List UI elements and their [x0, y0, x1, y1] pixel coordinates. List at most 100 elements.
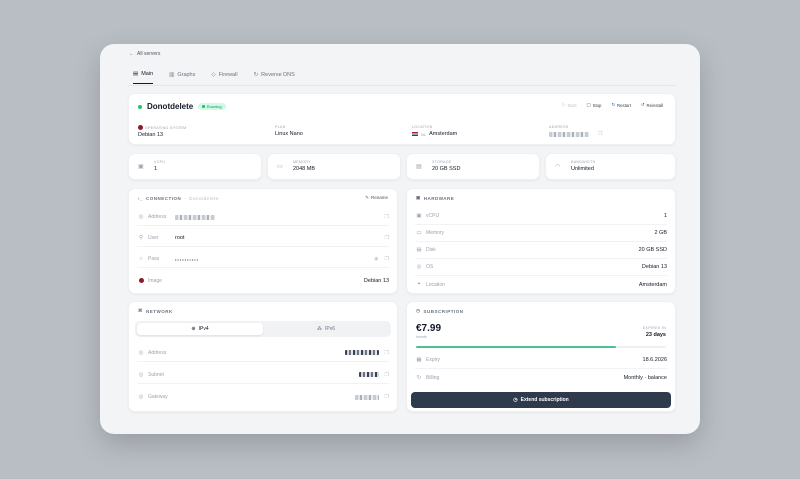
os-value: Debian 13: [138, 132, 164, 138]
address-label: ADDRESS: [549, 125, 569, 129]
connection-title: CONNECTION: [146, 195, 182, 201]
network-subnet-label: Subnet: [148, 371, 164, 378]
arrow-left-icon: ←: [129, 51, 134, 57]
subscription-header: ◷ SUBSCRIPTION: [416, 308, 463, 314]
rename-button[interactable]: ✎ Rename: [365, 195, 388, 201]
connection-row-address: ◎ Address ❐: [137, 209, 389, 226]
ipv6-toggle[interactable]: ⁂ IPv6: [263, 323, 389, 335]
nl-code-icon: NL: [421, 131, 427, 137]
user-value: root: [175, 235, 185, 241]
stat-vcpu-value: 1: [154, 166, 158, 172]
restart-button[interactable]: ↻ Restart: [611, 102, 630, 108]
hardware-row-vcpu: ▣ vCPU 1: [415, 208, 667, 225]
tab-firewall[interactable]: ◇ Firewall: [211, 71, 237, 84]
back-link[interactable]: ← All servers: [129, 51, 160, 57]
memory-icon: ▭: [277, 164, 283, 170]
stat-bandwidth-label: BANDWIDTH: [571, 160, 596, 164]
image-label: Image: [148, 277, 162, 284]
hardware-row-disk: ▤ Disk 20 GB SSD: [415, 242, 667, 259]
wifi-icon: ◠: [555, 164, 561, 170]
start-button[interactable]: ▷ Start: [562, 102, 576, 108]
price-value: €7.99: [416, 323, 442, 334]
chip-icon: ▣: [416, 195, 421, 200]
copy-subnet-icon[interactable]: ❐: [385, 372, 389, 378]
hardware-disk-label: Disk: [426, 247, 436, 253]
expires-label: EXPIRES IN: [642, 326, 666, 330]
network-icon: ⌘: [138, 308, 143, 313]
billing-value: Monthly · balance: [623, 374, 667, 381]
location-label: LOCATION: [412, 125, 433, 129]
stat-card-memory: ▭ MEMORY 2048 MB: [267, 153, 401, 180]
shield-icon: ◇: [211, 71, 216, 78]
tab-graphs[interactable]: ▥ Graphs: [169, 71, 195, 84]
expiry-label: Expiry: [426, 357, 440, 363]
network-card: ⌘ NETWORK ⊕ IPv4 ⁂ IPv6 ◎ Address ❐ ◎ Subnet…: [128, 301, 398, 412]
back-link-label: All servers: [137, 51, 161, 57]
status-badge-dot: [202, 105, 205, 108]
hardware-card: ▣ HARDWARE ▣ vCPU 1 ▭ Memory 2 GB ▤ Disk 20…: [406, 188, 676, 294]
connection-card: ›_ CONNECTION · Donotdelete ✎ Rename ◎ Ad…: [128, 188, 398, 294]
eye-icon[interactable]: ◉: [374, 256, 378, 262]
expiry-value: 18.6.2026: [642, 357, 667, 363]
copy-pass-icon[interactable]: ❐: [385, 256, 389, 262]
refresh-icon: ↻: [253, 71, 259, 78]
hardware-location-label: Location: [426, 281, 445, 288]
connection-subtitle: Donotdelete: [189, 195, 220, 201]
network-header: ⌘ NETWORK: [138, 308, 173, 314]
plan-info: PLAN Linux Nano: [275, 125, 412, 138]
copy-icon[interactable]: ❐: [598, 131, 602, 137]
key-icon: ○: [139, 256, 143, 262]
subscription-title: SUBSCRIPTION: [423, 308, 464, 314]
subscription-card: ◷ SUBSCRIPTION €7.99 /month EXPIRES IN 2…: [406, 301, 676, 412]
hardware-os-value: Debian 13: [641, 264, 667, 270]
copy-user-icon[interactable]: ❐: [385, 235, 389, 241]
expires-block: EXPIRES IN 23 days: [643, 326, 666, 338]
extend-subscription-button[interactable]: ◷ Extend subscription: [411, 392, 671, 408]
reinstall-button[interactable]: ↺ Reinstall: [641, 102, 663, 108]
terminal-icon: ›_: [138, 195, 144, 201]
server-header-card: Donotdelete Running ▷ Start ▢ Stop ↻ Restar…: [128, 93, 676, 145]
reinstall-button-label: Reinstall: [646, 102, 663, 108]
tab-reverse-dns[interactable]: ↻ Reverse DNS: [254, 71, 295, 84]
clock-icon: ◷: [416, 308, 421, 313]
stop-button[interactable]: ▢ Stop: [587, 102, 602, 108]
network-row-gateway: ◎ Gateway ❐: [137, 388, 389, 406]
tab-main-label: Main: [141, 71, 154, 77]
stat-memory-label: MEMORY: [293, 160, 311, 164]
globe-icon: ⊕: [191, 326, 196, 332]
pass-label: Pass: [148, 256, 160, 262]
stat-card-vcpu: ▣ VCPU 1: [128, 153, 262, 180]
copy-network-address-icon[interactable]: ❐: [385, 350, 389, 356]
status-dot: [138, 104, 142, 109]
copy-gateway-icon[interactable]: ❐: [385, 394, 389, 400]
stop-button-label: Stop: [592, 102, 602, 108]
hardware-os-label: OS: [426, 264, 434, 270]
network-row-address: ◎ Address ❐: [137, 344, 389, 362]
hardware-row-memory: ▭ Memory 2 GB: [415, 225, 667, 242]
disk-icon: ▤: [416, 247, 422, 253]
address-label: Address: [148, 214, 167, 220]
hardware-memory-label: Memory: [426, 230, 445, 236]
play-icon: ▷: [562, 102, 566, 107]
address-redacted: [175, 214, 215, 220]
os-info: OPERATING SYSTEM Debian 13: [138, 125, 275, 138]
connection-row-image: Image Debian 13: [137, 272, 389, 289]
address-redacted: [549, 131, 589, 137]
extend-subscription-label: Extend subscription: [520, 397, 569, 403]
price-block: €7.99 /month: [416, 323, 441, 339]
ipv4-toggle[interactable]: ⊕ IPv4: [137, 323, 263, 335]
tab-main[interactable]: ▤ Main: [133, 71, 154, 84]
server-name: Donotdelete: [147, 102, 194, 111]
hardware-row-os: ◎ OS Debian 13: [415, 259, 667, 276]
network-title: NETWORK: [146, 308, 173, 314]
stat-card-storage: ▤ STORAGE 20 GB SSD: [406, 153, 540, 180]
tab-reverse-dns-label: Reverse DNS: [261, 71, 295, 78]
network-subnet-redacted: [358, 372, 379, 377]
subscription-progress-fill: [416, 346, 616, 348]
network-nodes-icon: ⁂: [316, 326, 322, 332]
copy-address-icon[interactable]: ❐: [385, 214, 389, 220]
price-period: /month: [416, 335, 427, 339]
flag-nl-icon: [412, 132, 418, 136]
billing-label: Billing: [426, 374, 440, 381]
user-icon: ⚲: [138, 235, 144, 241]
